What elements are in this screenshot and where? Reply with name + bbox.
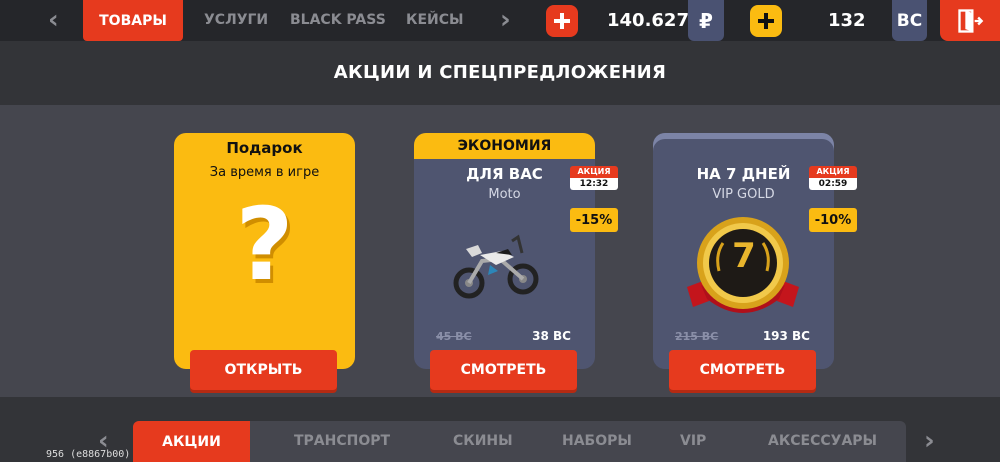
tab-black-pass[interactable]: BLACK PASS: [290, 12, 386, 28]
add-rub-button[interactable]: [546, 5, 578, 37]
gift-subtitle: За время в игре: [209, 165, 320, 180]
tab-vip[interactable]: VIP: [680, 433, 706, 449]
debug-overlay: 956 (e8867b00): [46, 449, 131, 460]
promo-timer-badge: АКЦИЯ 02:59: [809, 166, 857, 190]
chevron-right-icon[interactable]: ›: [924, 428, 935, 454]
chevron-left-icon[interactable]: ‹: [48, 7, 59, 33]
moto-offer-card[interactable]: ЭКОНОМИЯ ДЛЯ ВАС Moto АКЦИЯ 12:32 -15% 4…: [414, 133, 618, 390]
new-price: 193 BC: [762, 329, 810, 343]
bc-balance: 132: [828, 10, 866, 31]
old-price: 45 BC: [436, 330, 472, 343]
old-price: 215 BC: [675, 330, 719, 343]
exit-button[interactable]: [940, 0, 1000, 41]
promo-timer-badge: АКЦИЯ 12:32: [570, 166, 618, 190]
chevron-right-icon[interactable]: ›: [500, 7, 511, 33]
open-gift-button[interactable]: ОТКРЫТЬ: [190, 350, 337, 390]
medal-number: 7: [732, 236, 756, 276]
discount-badge: -10%: [809, 208, 857, 232]
page-title: АКЦИИ И СПЕЦПРЕДЛОЖЕНИЯ: [333, 62, 667, 83]
view-moto-button[interactable]: СМОТРЕТЬ: [430, 350, 577, 390]
rub-balance: 140.627: [607, 10, 689, 31]
ruble-icon: ₽: [688, 0, 724, 41]
tab-accessories[interactable]: АКСЕССУАРЫ: [768, 433, 877, 449]
gift-card[interactable]: Подарок За время в игре ? ОТКРЫТЬ: [174, 133, 355, 390]
question-mark-icon: ?: [235, 186, 294, 303]
savings-header: ЭКОНОМИЯ: [414, 133, 595, 159]
plus-icon: [554, 13, 570, 29]
new-price: 38 BC: [532, 329, 571, 343]
discount-badge: -15%: [570, 208, 618, 232]
moto-title: ДЛЯ ВАС: [466, 165, 543, 183]
moto-subtitle: Moto: [488, 187, 521, 202]
vip-offer-card[interactable]: НА 7 ДНЕЙ VIP GOLD АКЦИЯ 02:59 -10% 7 21…: [653, 133, 857, 390]
tab-promotions[interactable]: АКЦИИ: [133, 421, 250, 462]
view-vip-button[interactable]: СМОТРЕТЬ: [669, 350, 816, 390]
tab-goods[interactable]: ТОВАРЫ: [83, 0, 183, 41]
motorcycle-icon: [453, 234, 539, 299]
tab-sets[interactable]: НАБОРЫ: [562, 433, 632, 449]
exit-door-icon: [958, 8, 984, 33]
tab-services[interactable]: УСЛУГИ: [204, 12, 268, 28]
tab-transport[interactable]: ТРАНСПОРТ: [294, 433, 390, 449]
vip-subtitle: VIP GOLD: [712, 187, 775, 202]
plus-icon: [758, 13, 774, 29]
vip-title: НА 7 ДНЕЙ: [696, 165, 791, 183]
tab-skins[interactable]: СКИНЫ: [453, 433, 513, 449]
bc-currency-badge: BC: [892, 0, 927, 41]
add-bc-button[interactable]: [750, 5, 782, 37]
gift-title: Подарок: [226, 139, 303, 157]
tab-cases[interactable]: КЕЙСЫ: [406, 12, 464, 28]
